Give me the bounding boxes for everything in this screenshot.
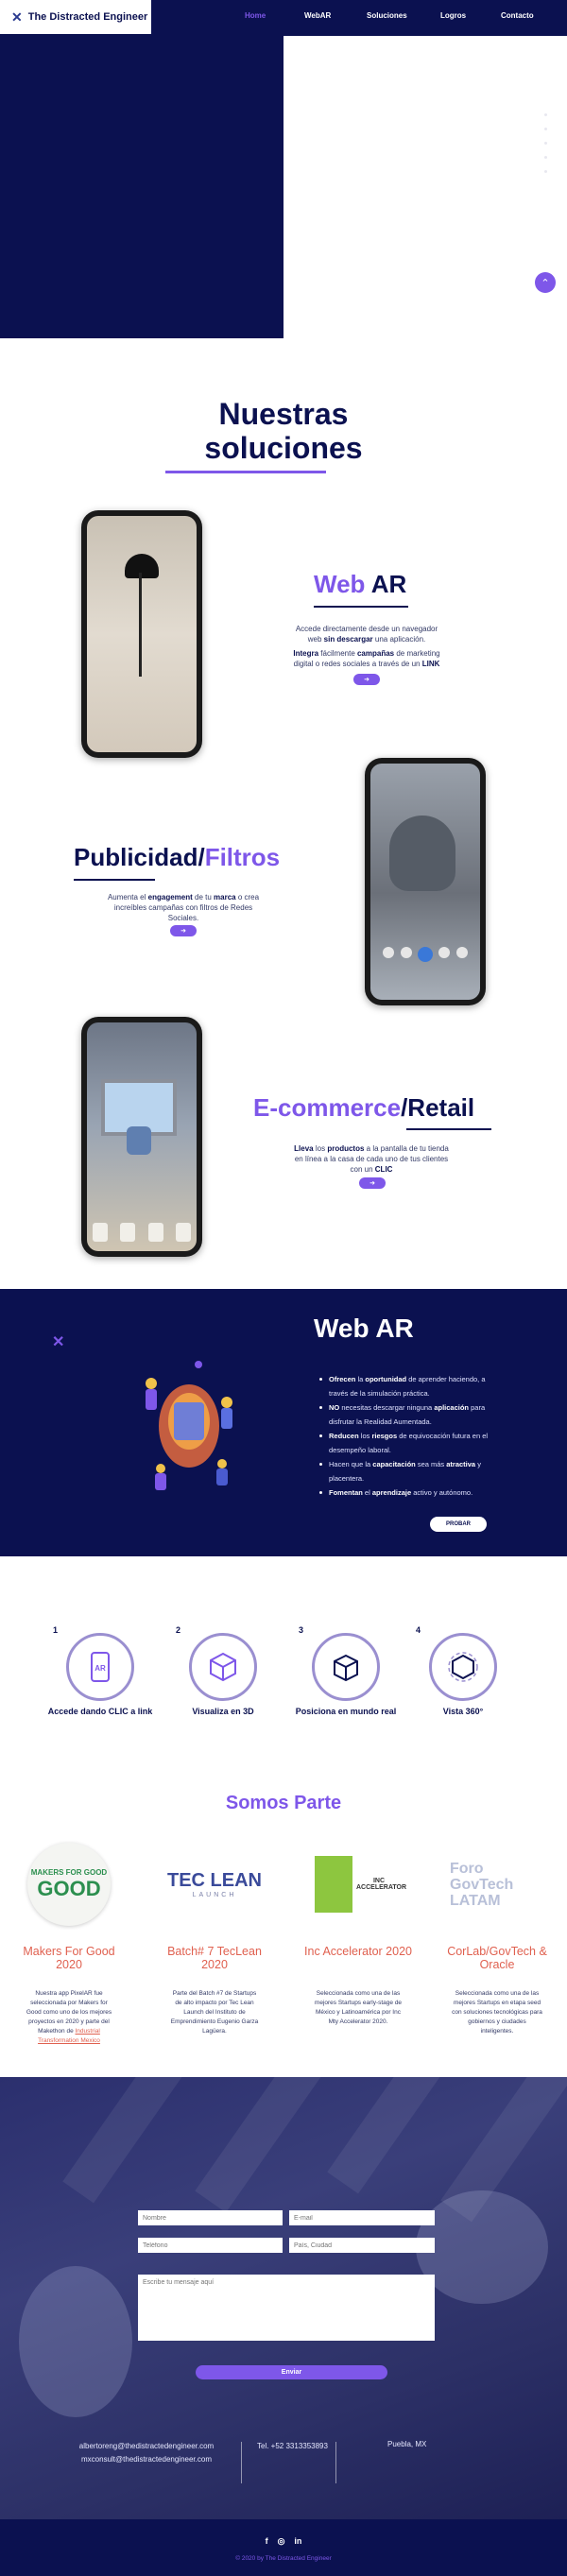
- webar-benefits-list: Ofrecen la oportunidad de aprender hacie…: [319, 1372, 494, 1500]
- contact-section: Enviar albertoreng@thedistractedengineer…: [0, 2077, 567, 2519]
- logo-mark-icon: ✕: [11, 9, 23, 25]
- facebook-icon[interactable]: f: [266, 2536, 268, 2547]
- solutions-title: Nuestras soluciones: [204, 397, 363, 465]
- try-button[interactable]: PROBAR: [430, 1517, 487, 1532]
- webar-arrow-button[interactable]: ➜: [353, 674, 380, 685]
- list-item: NO necesitas descargar ninguna aplicació…: [319, 1400, 494, 1429]
- hero-dark-panel: [0, 36, 284, 338]
- phone-mockup-ecommerce: [81, 1017, 202, 1257]
- site-footer: f ◎ in © 2020 by The Distracted Engineer: [0, 2519, 567, 2576]
- cube-3d-icon: [189, 1633, 257, 1701]
- email-field[interactable]: [289, 2210, 435, 2225]
- webar-title: Web AR: [314, 1314, 414, 1343]
- nav-soluciones[interactable]: Soluciones: [367, 11, 407, 20]
- scroll-up-button[interactable]: ⌃: [535, 272, 556, 293]
- partner-name: Makers For Good 2020: [23, 1945, 115, 1971]
- govtech-latam-logo: Foro GovTech LATAM: [450, 1860, 514, 1909]
- arrow-right-icon: ➜: [369, 1180, 375, 1187]
- list-item: Reducen los riesgos de equivocación futu…: [319, 1429, 494, 1457]
- title-underline: [165, 471, 326, 473]
- hero-light-panel: [284, 36, 567, 338]
- ecommerce-arrow-button[interactable]: ➜: [359, 1177, 386, 1189]
- divider: [241, 2442, 242, 2483]
- solution-desc-filters: Aumenta el engagement de tu marca o crea…: [107, 893, 260, 922]
- svg-text:AR: AR: [94, 1664, 106, 1673]
- solution-desc-webar: Accede directamente desde un navegador w…: [293, 625, 440, 668]
- city-field[interactable]: [289, 2238, 435, 2253]
- teclean-logo: TEC LEAN LAUNCH: [167, 1870, 262, 1898]
- send-button[interactable]: Enviar: [196, 2365, 387, 2379]
- solution-heading-filters: Publicidad/Filtros: [74, 843, 281, 871]
- solution-desc-ecommerce: Lleva los productos a la pantalla de tu …: [294, 1144, 449, 1174]
- partner-desc: Nuestra app PixelAR fue seleccionada por…: [26, 1990, 112, 2044]
- partner-desc: Parte del Batch #7 de Startups de alto i…: [170, 1990, 259, 2035]
- filters-arrow-button[interactable]: ➜: [170, 925, 197, 936]
- step-label: Visualiza en 3D: [192, 1707, 254, 1716]
- inc-accelerator-logo: INC ACCELERATOR: [311, 1843, 406, 1926]
- logo-text: The Distracted Engineer: [27, 11, 148, 23]
- partners-title: Somos Parte: [225, 1793, 342, 1813]
- chevron-up-icon: ⌃: [541, 277, 550, 289]
- rotate-360-icon: [429, 1633, 497, 1701]
- solution-heading-webar: Web AR: [314, 570, 407, 598]
- solution-heading-ecommerce: E-commerce/Retail: [253, 1093, 475, 1122]
- step-label: Posiciona en mundo real: [295, 1707, 397, 1716]
- phone-mockup-webar: [81, 510, 202, 758]
- contact-emails: albertoreng@thedistractedengineer.com mx…: [76, 2440, 217, 2466]
- linkedin-icon[interactable]: in: [294, 2536, 301, 2547]
- phone-field[interactable]: [138, 2238, 283, 2253]
- makers-for-good-logo: MAKERS FOR GOOD GOOD: [22, 1843, 116, 1926]
- contact-phone: Tel. +52 3313353893: [257, 2442, 328, 2450]
- slider-dots[interactable]: [544, 113, 548, 184]
- partner-name: Inc Accelerator 2020: [304, 1945, 412, 1958]
- email-link-1[interactable]: albertoreng@thedistractedengineer.com: [76, 2440, 217, 2453]
- contact-location: Puebla, MX: [387, 2440, 427, 2448]
- nav-home[interactable]: Home: [245, 11, 266, 20]
- email-link-2[interactable]: mxconsult@thedistractedengineer.com: [76, 2453, 217, 2466]
- nav-contacto[interactable]: Contacto: [501, 11, 534, 20]
- list-item: Hacen que la capacitación sea más atract…: [319, 1457, 494, 1485]
- step-label: Vista 360°: [442, 1707, 484, 1716]
- instagram-icon[interactable]: ◎: [278, 2536, 285, 2547]
- heading-underline: [406, 1128, 491, 1130]
- divider: [335, 2442, 336, 2483]
- social-links: f ◎ in: [0, 2536, 567, 2547]
- partner-name: CorLab/GovTech & Oracle: [447, 1945, 547, 1971]
- arrow-right-icon: ➜: [364, 677, 369, 683]
- list-item: Ofrecen la oportunidad de aprender hacie…: [319, 1372, 494, 1400]
- step-label: Accede dando CLIC a link: [47, 1707, 153, 1716]
- cross-mark-icon: ✕: [52, 1334, 65, 1350]
- logo[interactable]: ✕ The Distracted Engineer: [0, 0, 151, 34]
- arrow-right-icon: ➜: [180, 928, 186, 935]
- phone-mockup-filters: [365, 758, 486, 1005]
- copyright: © 2020 by The Distracted Engineer: [235, 2555, 332, 2562]
- partner-name: Batch# 7 TecLean 2020: [167, 1945, 262, 1971]
- heading-underline: [74, 879, 155, 881]
- partner-desc: Seleccionada como una de las mejores Sta…: [452, 1990, 542, 2035]
- phone-ar-icon: AR: [66, 1633, 134, 1701]
- message-field[interactable]: [138, 2275, 435, 2341]
- heading-underline: [314, 606, 408, 608]
- partner-desc: Seleccionada como una de las mejores Sta…: [314, 1990, 403, 2025]
- ar-illustration-icon: [146, 1361, 232, 1490]
- nav-logros[interactable]: Logros: [440, 11, 466, 20]
- box-place-icon: [312, 1633, 380, 1701]
- list-item: Fomentan el aprendizaje activo y autónom…: [319, 1485, 494, 1500]
- site-header: ✕ The Distracted Engineer Home WebAR Sol…: [0, 0, 567, 36]
- name-field[interactable]: [138, 2210, 283, 2225]
- webar-section: ✕ Web AR Ofrecen la oportunidad de apren…: [0, 1289, 567, 1556]
- nav-webar[interactable]: WebAR: [304, 11, 331, 20]
